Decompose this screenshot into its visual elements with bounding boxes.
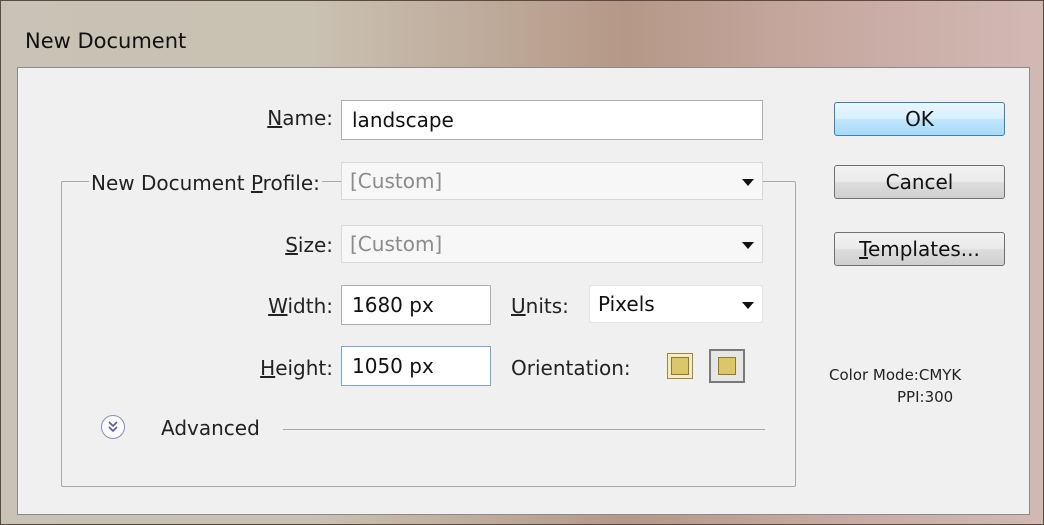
advanced-label[interactable]: Advanced [161, 416, 260, 440]
profile-label: New Document Profile: [89, 171, 322, 195]
height-label: Height: [260, 356, 333, 380]
portrait-orientation-button[interactable] [667, 353, 693, 379]
units-label: Units: [511, 294, 569, 318]
units-select-value: Pixels [598, 292, 655, 316]
templates-button[interactable]: Templates... [834, 232, 1005, 266]
ok-button[interactable]: OK [834, 102, 1005, 136]
dialog-title: New Document [25, 29, 187, 53]
portrait-orientation-icon [671, 357, 689, 375]
name-label-mnemonic: N [267, 106, 283, 130]
ppi-text: PPI:300 [897, 388, 954, 406]
orientation-label: Orientation: [511, 356, 631, 380]
new-document-dialog: New Document Name: New Document Profile:… [0, 0, 1044, 525]
double-chevron-down-svg [108, 421, 118, 433]
chevron-down-icon [742, 242, 754, 249]
size-select[interactable]: [Custom] [341, 225, 763, 263]
advanced-divider [283, 429, 765, 430]
landscape-orientation-icon [718, 357, 736, 375]
height-input[interactable] [341, 346, 491, 386]
profile-select-value: [Custom] [350, 169, 443, 193]
chevron-down-icon [742, 302, 754, 309]
name-label: Name: [241, 106, 333, 130]
chevron-down-icon [742, 179, 754, 186]
landscape-orientation-button[interactable] [709, 349, 745, 383]
name-input[interactable] [341, 100, 763, 140]
color-mode-text: Color Mode:CMYK [829, 366, 962, 384]
name-label-rest: ame: [282, 106, 333, 130]
width-label: Width: [268, 294, 333, 318]
cancel-button[interactable]: Cancel [834, 165, 1005, 199]
size-select-value: [Custom] [350, 232, 443, 256]
size-label: Size: [285, 233, 333, 257]
profile-select[interactable]: [Custom] [341, 162, 763, 200]
double-chevron-down-icon[interactable] [101, 415, 125, 439]
units-select[interactable]: Pixels [589, 285, 763, 323]
width-input[interactable] [341, 285, 491, 325]
profile-label-text: New Document Profile: [91, 171, 320, 195]
